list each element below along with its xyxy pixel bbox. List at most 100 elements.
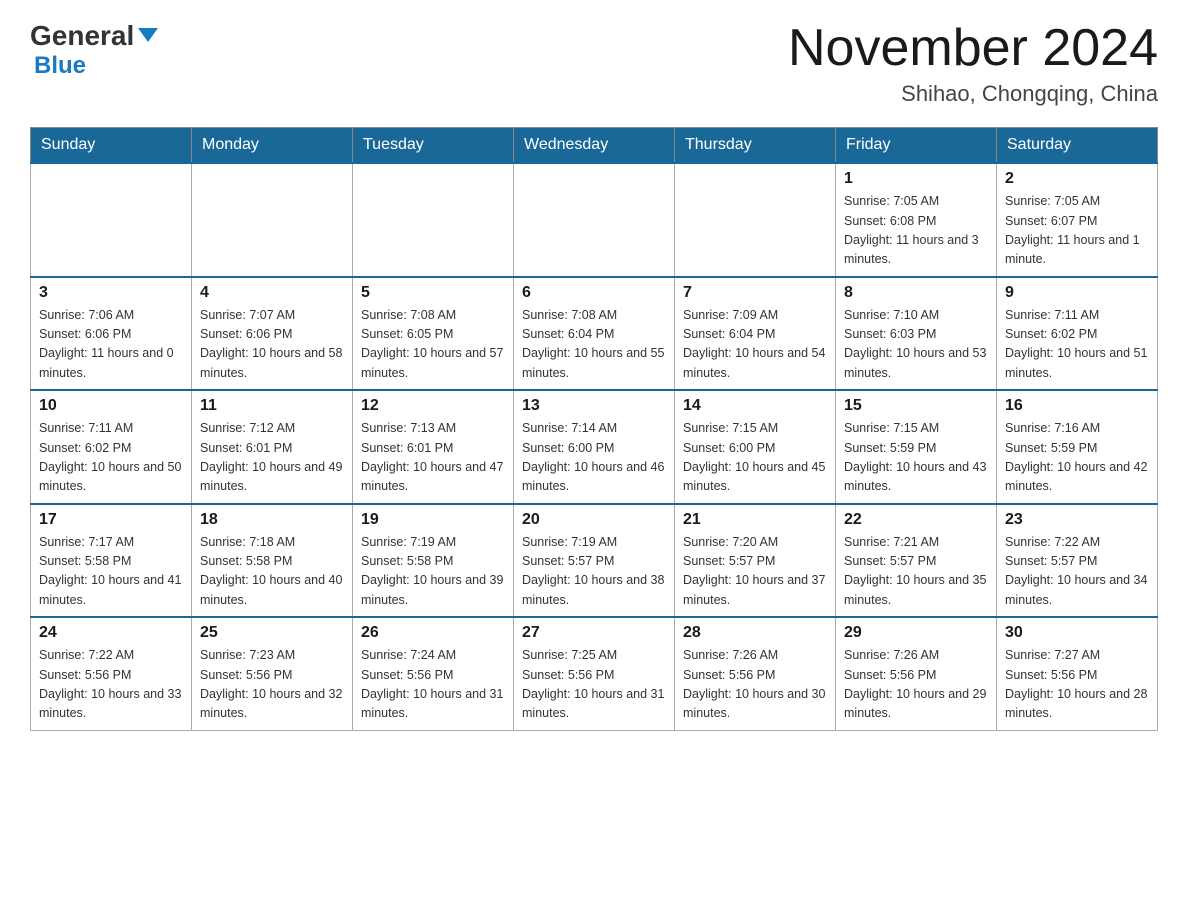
day-info: Sunrise: 7:19 AMSunset: 5:58 PMDaylight:… [361,533,505,611]
calendar-cell: 12 Sunrise: 7:13 AMSunset: 6:01 PMDayligh… [353,390,514,504]
calendar-week-5: 24 Sunrise: 7:22 AMSunset: 5:56 PMDayligh… [31,617,1158,730]
calendar-cell: 13 Sunrise: 7:14 AMSunset: 6:00 PMDayligh… [514,390,675,504]
calendar-cell [353,163,514,277]
day-number: 26 [361,624,505,642]
day-number: 1 [844,170,988,188]
day-number: 14 [683,397,827,415]
day-info: Sunrise: 7:11 AMSunset: 6:02 PMDaylight:… [1005,306,1149,384]
calendar-cell: 17 Sunrise: 7:17 AMSunset: 5:58 PMDayligh… [31,504,192,618]
calendar-header-thursday: Thursday [675,128,836,164]
day-number: 6 [522,284,666,302]
day-info: Sunrise: 7:17 AMSunset: 5:58 PMDaylight:… [39,533,183,611]
calendar-cell [514,163,675,277]
month-title: November 2024 [788,20,1158,77]
logo: General Blue [30,20,158,80]
day-info: Sunrise: 7:15 AMSunset: 6:00 PMDaylight:… [683,419,827,497]
calendar-header-saturday: Saturday [997,128,1158,164]
calendar-cell: 5Sunrise: 7:08 AMSunset: 6:05 PMDaylight… [353,277,514,391]
calendar-cell: 30Sunrise: 7:27 AMSunset: 5:56 PMDayligh… [997,617,1158,730]
calendar-cell: 6 Sunrise: 7:08 AMSunset: 6:04 PMDaylight… [514,277,675,391]
day-number: 12 [361,397,505,415]
logo-blue-text: Blue [34,52,86,80]
day-info: Sunrise: 7:26 AMSunset: 5:56 PMDaylight:… [683,646,827,724]
day-number: 19 [361,511,505,529]
day-info: Sunrise: 7:16 AMSunset: 5:59 PMDaylight:… [1005,419,1149,497]
calendar-week-1: 1 Sunrise: 7:05 AMSunset: 6:08 PMDaylight… [31,163,1158,277]
day-info: Sunrise: 7:24 AMSunset: 5:56 PMDaylight:… [361,646,505,724]
day-info: Sunrise: 7:05 AMSunset: 6:08 PMDaylight:… [844,192,988,270]
calendar-cell: 11 Sunrise: 7:12 AMSunset: 6:01 PMDayligh… [192,390,353,504]
day-info: Sunrise: 7:08 AMSunset: 6:04 PMDaylight:… [522,306,666,384]
day-info: Sunrise: 7:23 AMSunset: 5:56 PMDaylight:… [200,646,344,724]
day-number: 7 [683,284,827,302]
day-info: Sunrise: 7:14 AMSunset: 6:00 PMDaylight:… [522,419,666,497]
day-info: Sunrise: 7:26 AMSunset: 5:56 PMDaylight:… [844,646,988,724]
day-info: Sunrise: 7:19 AMSunset: 5:57 PMDaylight:… [522,533,666,611]
calendar-table: SundayMondayTuesdayWednesdayThursdayFrid… [30,127,1158,731]
calendar-cell: 21 Sunrise: 7:20 AMSunset: 5:57 PMDayligh… [675,504,836,618]
header-right: November 2024 Shihao, Chongqing, China [788,20,1158,107]
day-info: Sunrise: 7:11 AMSunset: 6:02 PMDaylight:… [39,419,183,497]
calendar-cell: 19 Sunrise: 7:19 AMSunset: 5:58 PMDayligh… [353,504,514,618]
day-number: 4 [200,284,344,302]
day-number: 30 [1005,624,1149,642]
day-info: Sunrise: 7:09 AMSunset: 6:04 PMDaylight:… [683,306,827,384]
day-info: Sunrise: 7:13 AMSunset: 6:01 PMDaylight:… [361,419,505,497]
day-number: 17 [39,511,183,529]
day-number: 2 [1005,170,1149,188]
day-info: Sunrise: 7:18 AMSunset: 5:58 PMDaylight:… [200,533,344,611]
calendar-cell: 7 Sunrise: 7:09 AMSunset: 6:04 PMDaylight… [675,277,836,391]
calendar-cell: 25Sunrise: 7:23 AMSunset: 5:56 PMDayligh… [192,617,353,730]
day-number: 13 [522,397,666,415]
calendar-cell: 29Sunrise: 7:26 AMSunset: 5:56 PMDayligh… [836,617,997,730]
day-info: Sunrise: 7:21 AMSunset: 5:57 PMDaylight:… [844,533,988,611]
calendar-cell: 23Sunrise: 7:22 AMSunset: 5:57 PMDayligh… [997,504,1158,618]
day-number: 16 [1005,397,1149,415]
day-number: 21 [683,511,827,529]
day-info: Sunrise: 7:10 AMSunset: 6:03 PMDaylight:… [844,306,988,384]
day-number: 5 [361,284,505,302]
day-number: 10 [39,397,183,415]
calendar-cell [31,163,192,277]
calendar-cell: 2 Sunrise: 7:05 AMSunset: 6:07 PMDaylight… [997,163,1158,277]
day-info: Sunrise: 7:25 AMSunset: 5:56 PMDaylight:… [522,646,666,724]
calendar-header-friday: Friday [836,128,997,164]
logo-triangle-icon [138,28,158,42]
calendar-header-monday: Monday [192,128,353,164]
day-number: 18 [200,511,344,529]
location-subtitle: Shihao, Chongqing, China [788,81,1158,107]
calendar-cell [675,163,836,277]
calendar-cell: 1 Sunrise: 7:05 AMSunset: 6:08 PMDaylight… [836,163,997,277]
calendar-header-sunday: Sunday [31,128,192,164]
calendar-week-3: 10 Sunrise: 7:11 AMSunset: 6:02 PMDayligh… [31,390,1158,504]
calendar-cell: 4 Sunrise: 7:07 AMSunset: 6:06 PMDaylight… [192,277,353,391]
calendar-cell: 22 Sunrise: 7:21 AMSunset: 5:57 PMDayligh… [836,504,997,618]
calendar-cell: 24 Sunrise: 7:22 AMSunset: 5:56 PMDayligh… [31,617,192,730]
day-info: Sunrise: 7:20 AMSunset: 5:57 PMDaylight:… [683,533,827,611]
calendar-cell: 16 Sunrise: 7:16 AMSunset: 5:59 PMDayligh… [997,390,1158,504]
day-number: 8 [844,284,988,302]
calendar-cell: 3Sunrise: 7:06 AMSunset: 6:06 PMDaylight… [31,277,192,391]
calendar-header-row: SundayMondayTuesdayWednesdayThursdayFrid… [31,128,1158,164]
day-number: 15 [844,397,988,415]
day-number: 3 [39,284,183,302]
calendar-cell: 18 Sunrise: 7:18 AMSunset: 5:58 PMDayligh… [192,504,353,618]
calendar-cell: 26 Sunrise: 7:24 AMSunset: 5:56 PMDayligh… [353,617,514,730]
logo-text: General [30,20,158,52]
calendar-week-4: 17 Sunrise: 7:17 AMSunset: 5:58 PMDayligh… [31,504,1158,618]
day-info: Sunrise: 7:22 AMSunset: 5:57 PMDaylight:… [1005,533,1149,611]
day-number: 20 [522,511,666,529]
calendar-cell: 14 Sunrise: 7:15 AMSunset: 6:00 PMDayligh… [675,390,836,504]
calendar-header-wednesday: Wednesday [514,128,675,164]
page-header: General Blue November 2024 Shihao, Chong… [30,20,1158,107]
day-info: Sunrise: 7:22 AMSunset: 5:56 PMDaylight:… [39,646,183,724]
day-number: 28 [683,624,827,642]
day-info: Sunrise: 7:12 AMSunset: 6:01 PMDaylight:… [200,419,344,497]
day-number: 22 [844,511,988,529]
day-number: 11 [200,397,344,415]
day-number: 24 [39,624,183,642]
day-info: Sunrise: 7:07 AMSunset: 6:06 PMDaylight:… [200,306,344,384]
day-number: 9 [1005,284,1149,302]
day-info: Sunrise: 7:05 AMSunset: 6:07 PMDaylight:… [1005,192,1149,270]
calendar-header-tuesday: Tuesday [353,128,514,164]
